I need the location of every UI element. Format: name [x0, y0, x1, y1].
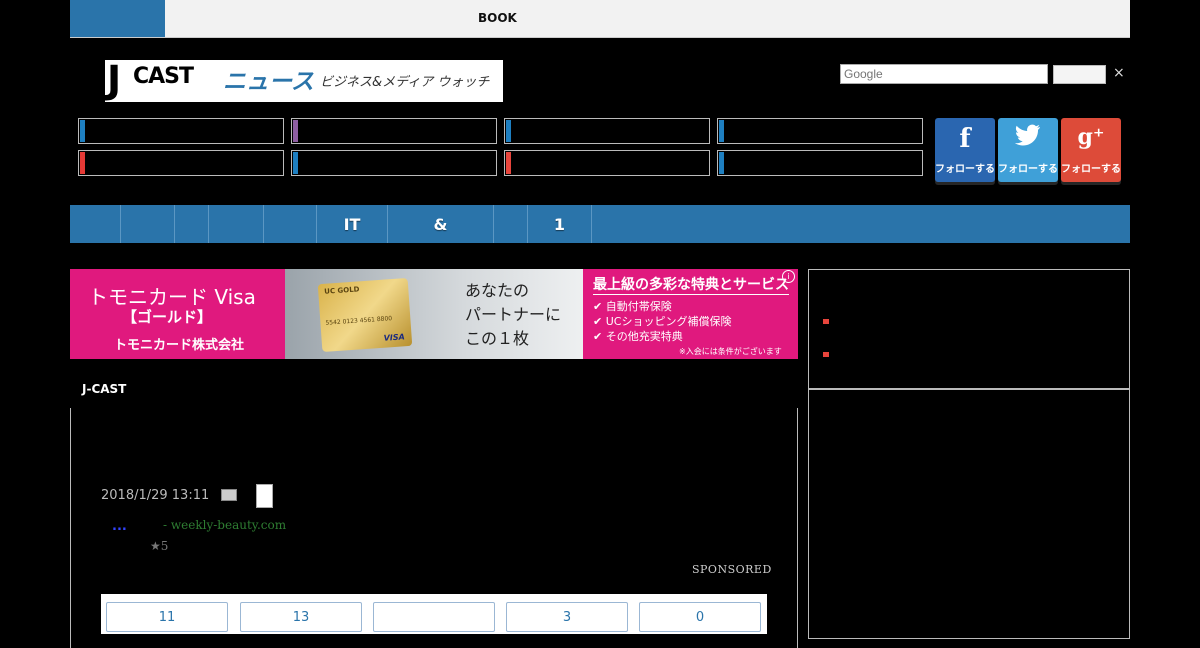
category-link[interactable]	[717, 118, 923, 144]
reaction-count-button[interactable]: 3	[506, 602, 628, 632]
facebook-follow-label: フォローする	[935, 164, 995, 175]
ad-note: ※入会には条件がございます	[679, 347, 782, 356]
main-nav: IT & 1	[70, 205, 1130, 243]
sponsored-link-dots[interactable]: ...	[112, 519, 127, 534]
search-input[interactable]	[840, 64, 1048, 84]
nav-item[interactable]	[264, 205, 317, 243]
ad-right-panel: 最上級の多彩な特典とサービス ✔ 自動付帯保険 ✔ UCショッピング補償保険 ✔…	[583, 269, 798, 359]
ad-banner[interactable]: トモニカード Visa 【ゴールド】 トモニカード株式会社 UC GOLD 55…	[70, 269, 798, 359]
close-icon[interactable]: ×	[1113, 65, 1125, 81]
category-color-bar	[506, 120, 511, 142]
ad-feature-label: その他充実特典	[605, 330, 683, 343]
ad-right-title: 最上級の多彩な特典とサービス	[593, 274, 789, 295]
category-color-bar	[719, 120, 724, 142]
nav-item-1[interactable]: 1	[528, 205, 592, 243]
ad-left-sub: 【ゴールド】	[122, 308, 213, 326]
card-number: 5542 0123 4561 8800	[325, 315, 393, 327]
check-icon: ✔	[593, 315, 606, 328]
ad-feature-item: ✔ UCショッピング補償保険	[593, 314, 731, 329]
ad-features: ✔ 自動付帯保険 ✔ UCショッピング補償保険 ✔ その他充実特典	[593, 299, 731, 344]
logo-subtitle: ビジネス&メディア ウォッチ	[320, 75, 490, 90]
ad-copy-line: パートナーに	[465, 305, 562, 324]
share-widget[interactable]	[256, 484, 273, 508]
ad-feature-label: UCショッピング補償保険	[605, 315, 732, 328]
card-visa: VISA	[383, 332, 406, 343]
category-color-bar	[506, 152, 511, 174]
facebook-follow-button[interactable]: f フォローする	[935, 118, 995, 182]
credit-card-image: UC GOLD 5542 0123 4561 8800 VISA	[317, 277, 413, 353]
twitter-follow-label: フォローする	[998, 164, 1058, 175]
nav-item[interactable]	[494, 205, 528, 243]
ad-copy-line: この１枚	[465, 329, 530, 348]
nav-item-it[interactable]: IT	[317, 205, 388, 243]
ad-copy-line: あなたの	[465, 281, 530, 300]
category-link[interactable]	[78, 150, 284, 176]
card-brand: UC GOLD	[324, 285, 360, 296]
top-bar-book-link[interactable]: BOOK	[478, 11, 517, 25]
bullet-icon	[823, 352, 829, 357]
sponsored-domain[interactable]: - weekly-beauty.com	[163, 518, 286, 532]
logo-cast: CAST	[133, 64, 194, 89]
googleplus-follow-button[interactable]: g⁺ フォローする	[1061, 118, 1121, 182]
top-bar-home-tab[interactable]	[70, 0, 165, 37]
reaction-count-button[interactable]	[373, 602, 495, 632]
googleplus-follow-label: フォローする	[1061, 164, 1121, 175]
category-color-bar	[80, 120, 85, 142]
twitter-icon	[998, 124, 1058, 152]
sidebar-box	[808, 269, 1130, 389]
category-color-bar	[293, 152, 298, 174]
category-link[interactable]	[78, 118, 284, 144]
nav-item[interactable]	[70, 205, 121, 243]
nav-item[interactable]	[121, 205, 175, 243]
article-date: 2018/1/29 13:11	[101, 488, 210, 503]
site-logo[interactable]: J CAST ニュース ビジネス&メディア ウォッチ	[105, 58, 503, 102]
ad-feature-item: ✔ 自動付帯保険	[593, 299, 731, 314]
adchoices-info-icon[interactable]: i	[782, 270, 795, 283]
category-link[interactable]	[291, 118, 497, 144]
check-icon: ✔	[593, 300, 606, 313]
category-color-bar	[719, 152, 724, 174]
category-link[interactable]	[504, 118, 710, 144]
category-link[interactable]	[504, 150, 710, 176]
top-bar: BOOK	[70, 0, 1130, 38]
ad-copy: あなたの パートナーに この１枚	[465, 279, 561, 351]
reaction-count-button[interactable]: 13	[240, 602, 362, 632]
category-link[interactable]	[717, 150, 923, 176]
sidebar-box	[808, 389, 1130, 639]
sponsored-rating: ★5	[150, 539, 169, 553]
category-color-bar	[293, 120, 298, 142]
section-label: J-CAST	[82, 382, 127, 396]
reaction-counts: 11 13 3 0	[101, 594, 767, 634]
category-link[interactable]	[291, 150, 497, 176]
ad-left-company: トモニカード株式会社	[114, 338, 245, 353]
ad-photo: UC GOLD 5542 0123 4561 8800 VISA あなたの パー…	[285, 269, 583, 359]
logo-news: ニュース	[223, 69, 314, 95]
nav-item-and[interactable]: &	[388, 205, 494, 243]
reaction-count-button[interactable]: 11	[106, 602, 228, 632]
nav-item[interactable]	[175, 205, 209, 243]
twitter-follow-button[interactable]: フォローする	[998, 118, 1058, 182]
ad-feature-label: 自動付帯保険	[605, 300, 672, 313]
reaction-count-button[interactable]: 0	[639, 602, 761, 632]
ad-feature-item: ✔ その他充実特典	[593, 329, 731, 344]
nav-item[interactable]	[209, 205, 264, 243]
facebook-icon: f	[959, 124, 971, 154]
category-color-bar	[80, 152, 85, 174]
search-button[interactable]	[1053, 65, 1106, 84]
logo-j: J	[107, 58, 121, 102]
print-icon[interactable]	[221, 489, 237, 501]
check-icon: ✔	[593, 330, 606, 343]
bullet-icon	[823, 319, 829, 324]
googleplus-icon: g⁺	[1077, 124, 1105, 150]
ad-left-panel: トモニカード Visa 【ゴールド】 トモニカード株式会社	[70, 269, 285, 359]
sponsored-label: SPONSORED	[692, 563, 772, 576]
